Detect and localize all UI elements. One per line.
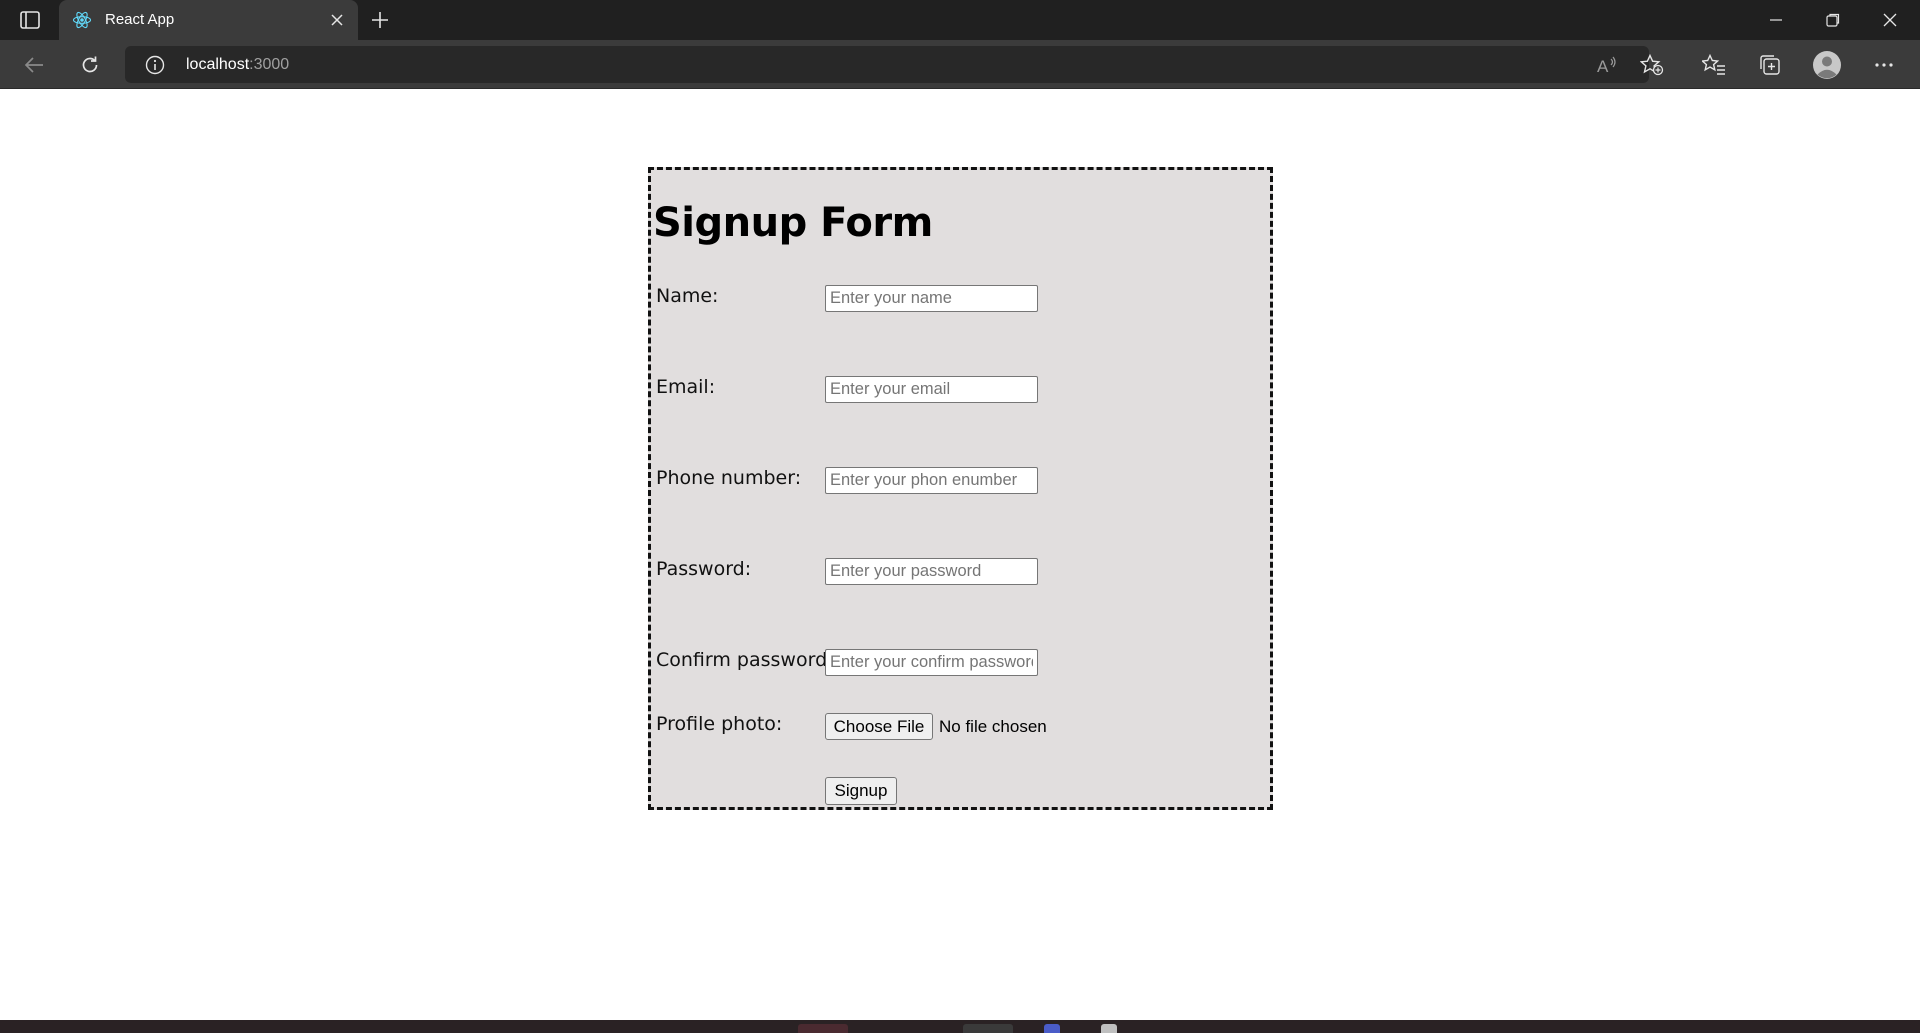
add-favorite-icon[interactable] xyxy=(1635,48,1669,82)
tab-title: React App xyxy=(105,11,175,28)
password-label: Password: xyxy=(656,558,752,580)
form-title: Signup Form xyxy=(653,200,933,246)
new-tab-icon[interactable] xyxy=(366,7,394,33)
url-host: localhost xyxy=(186,56,250,73)
url-text: localhost:3000 xyxy=(186,56,289,74)
taskbar-app-icon[interactable] xyxy=(1044,1024,1060,1033)
browser-tab-bar: React App xyxy=(0,0,1920,40)
minimize-icon[interactable] xyxy=(1748,0,1804,40)
collections-icon[interactable] xyxy=(1753,48,1787,82)
close-window-icon[interactable] xyxy=(1862,0,1918,40)
more-menu-icon[interactable] xyxy=(1867,48,1901,82)
phone-label: Phone number: xyxy=(656,467,802,489)
profile-avatar-icon[interactable] xyxy=(1810,48,1844,82)
confirm-password-input[interactable] xyxy=(825,649,1038,676)
phone-input[interactable] xyxy=(825,467,1038,494)
os-taskbar xyxy=(0,1020,1920,1033)
tab-actions-icon[interactable] xyxy=(14,8,46,32)
taskbar-app-icon[interactable] xyxy=(1101,1024,1117,1033)
react-logo-icon xyxy=(72,10,92,30)
signup-button[interactable]: Signup xyxy=(825,777,897,805)
url-port: :3000 xyxy=(249,56,290,73)
file-status-text: No file chosen xyxy=(939,717,1047,736)
signup-form: Signup Form Name: Email: Phone number: P… xyxy=(648,167,1273,810)
password-input[interactable] xyxy=(825,558,1038,585)
taskbar-app-item[interactable] xyxy=(798,1024,848,1033)
email-label: Email: xyxy=(656,376,716,398)
profile-photo-label: Profile photo: xyxy=(656,713,783,735)
address-bar[interactable]: localhost:3000 xyxy=(125,46,1649,83)
browser-toolbar: localhost:3000 A xyxy=(0,40,1920,89)
name-label: Name: xyxy=(656,285,719,307)
name-input[interactable] xyxy=(825,285,1038,312)
choose-file-button[interactable]: Choose File xyxy=(825,713,933,740)
confirm-password-label: Confirm password: xyxy=(656,649,834,671)
read-aloud-icon[interactable]: A xyxy=(1590,48,1624,82)
svg-text:A: A xyxy=(1597,57,1609,75)
restore-icon[interactable] xyxy=(1805,0,1861,40)
back-arrow-icon[interactable] xyxy=(17,48,51,82)
email-input[interactable] xyxy=(825,376,1038,403)
refresh-icon[interactable] xyxy=(73,48,107,82)
taskbar-app-item[interactable] xyxy=(963,1024,1013,1033)
site-info-icon[interactable] xyxy=(145,55,165,75)
favorites-icon[interactable] xyxy=(1697,48,1731,82)
browser-tab-active[interactable]: React App xyxy=(59,0,358,40)
close-tab-icon[interactable] xyxy=(326,9,348,31)
